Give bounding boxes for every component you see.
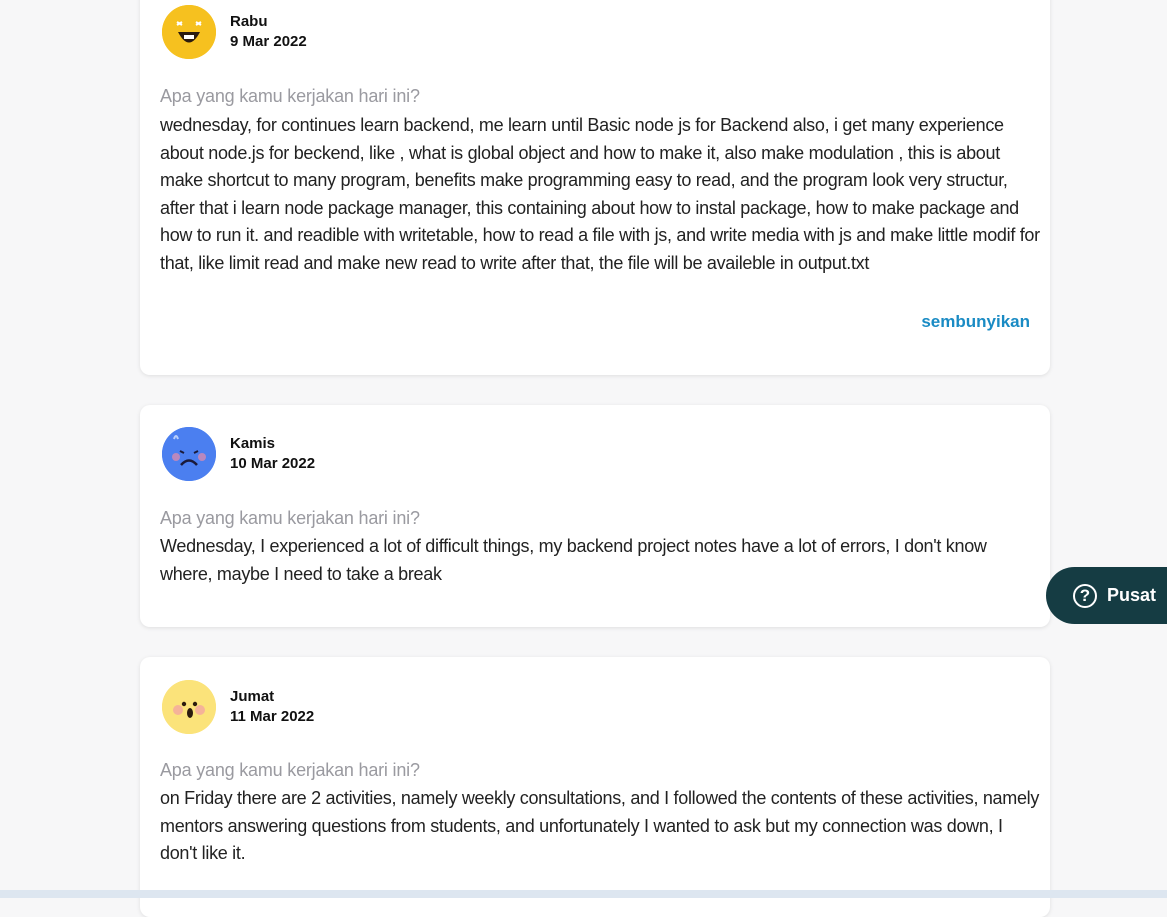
question-label: Apa yang kamu kerjakan hari ini? [160, 508, 420, 528]
entry-meta: Rabu 9 Mar 2022 [230, 12, 307, 52]
card-header: Kamis 10 Mar 2022 [162, 427, 315, 481]
help-center-button[interactable]: ? Pusat [1046, 567, 1167, 624]
card-header: Jumat 11 Mar 2022 [162, 680, 314, 734]
question-circle-icon: ? [1073, 583, 1097, 608]
journal-card-kamis: Kamis 10 Mar 2022 Apa yang kamu kerjakan… [140, 405, 1050, 627]
journal-card-rabu: Rabu 9 Mar 2022 Apa yang kamu kerjakan h… [140, 0, 1050, 375]
entry-meta: Kamis 10 Mar 2022 [230, 434, 315, 474]
help-center-label: Pusat [1107, 585, 1157, 605]
journal-card-jumat: Jumat 11 Mar 2022 Apa yang kamu kerjakan… [140, 657, 1050, 917]
question-label: Apa yang kamu kerjakan hari ini? [160, 760, 420, 780]
entry-day: Jumat [230, 688, 275, 705]
horizontal-scrollbar[interactable] [0, 890, 1167, 898]
entry-day: Kamis [230, 435, 276, 452]
surprised-face-icon [162, 680, 216, 734]
entry-answer: wednesday, for continues learn backend, … [160, 115, 1040, 273]
card-header: Rabu 9 Mar 2022 [162, 5, 307, 59]
entry-meta: Jumat 11 Mar 2022 [230, 687, 314, 727]
entry-date: 10 Mar 2022 [230, 455, 316, 472]
entry-answer: Wednesday, I experienced a lot of diffic… [160, 536, 987, 584]
entry-date: 11 Mar 2022 [230, 708, 315, 725]
question-label: Apa yang kamu kerjakan hari ini? [160, 86, 420, 106]
entry-answer: on Friday there are 2 activities, namely… [160, 788, 1040, 863]
laughing-face-icon [162, 5, 216, 59]
entry-day: Rabu [230, 13, 268, 30]
entry-date: 9 Mar 2022 [230, 33, 307, 50]
hide-toggle-link[interactable]: sembunyikan [921, 312, 1030, 332]
sad-face-icon [162, 427, 216, 481]
